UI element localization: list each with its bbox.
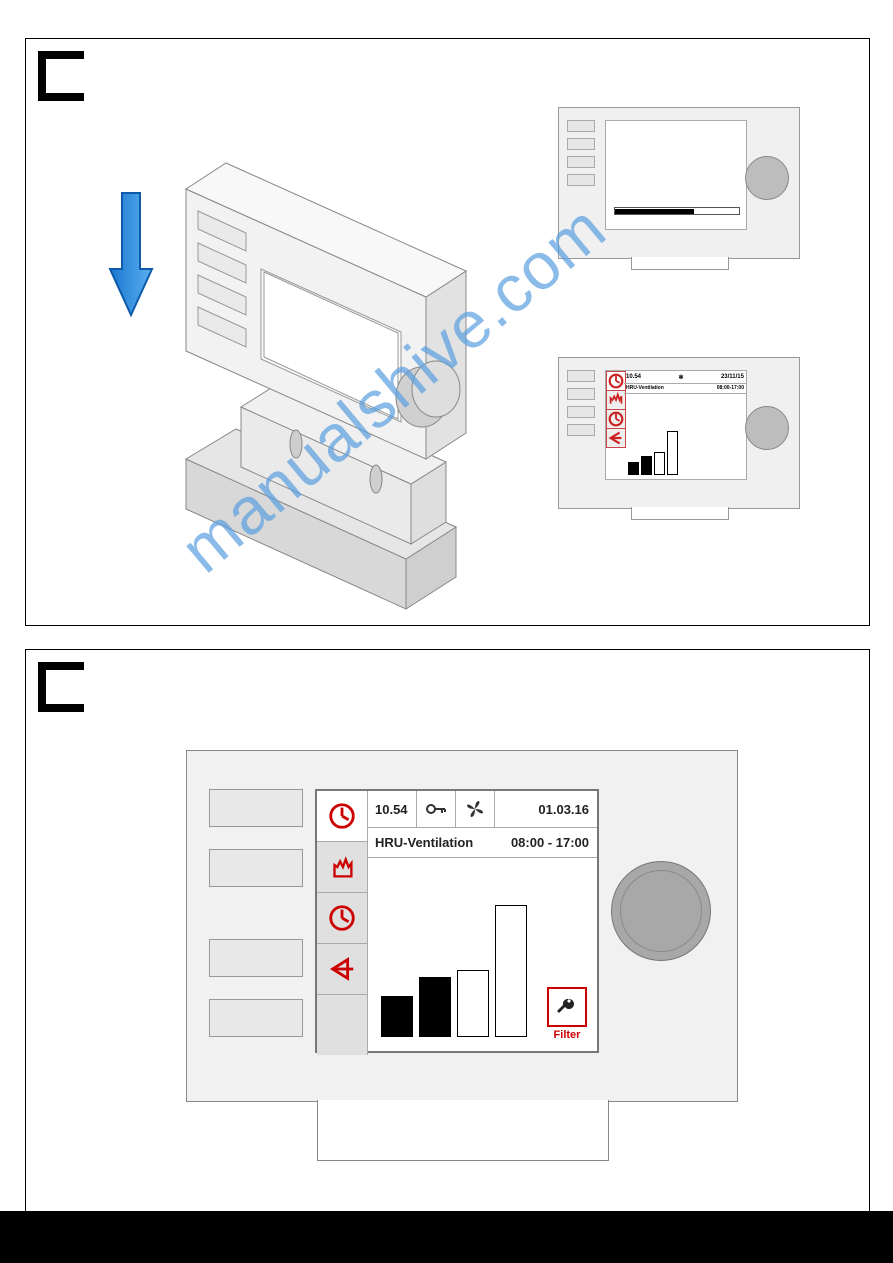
bar-2 [419, 977, 451, 1037]
rotary-knob [745, 156, 789, 200]
time-label: 10.54 [367, 791, 417, 827]
screen-title: HRU-Ventilation [375, 835, 473, 850]
display-screen: 10.54 01.03.16 HRU-Ventilation 08:00 - 1… [315, 789, 599, 1053]
status-bar: 10.54 01.03.16 [367, 791, 597, 828]
date-label: 01.03.16 [530, 791, 597, 827]
step-marker-c [38, 51, 84, 101]
arrow-down-icon [106, 189, 156, 319]
display-screen: 10.54 ✻ 23/11/15 HRU-Ventilation 08:00-1… [605, 370, 747, 480]
mini-bar-chart [628, 431, 678, 475]
date-label: 23/11/15 [721, 374, 744, 380]
controller-front-loading [558, 107, 800, 259]
isometric-controller-drawing [146, 129, 506, 619]
bar-3 [457, 970, 489, 1037]
hardware-buttons [567, 370, 595, 442]
figure-c-top: manualshive.com [25, 38, 870, 626]
hardware-button-3[interactable] [209, 939, 303, 977]
filter-warning[interactable]: Filter [547, 987, 587, 1041]
wrench-icon [547, 987, 587, 1027]
figure-c-bottom: 10.54 01.03.16 HRU-Ventilation 08:00 - 1… [25, 649, 870, 1213]
hardware-button-4[interactable] [209, 999, 303, 1037]
rotary-knob[interactable] [611, 861, 711, 961]
side-tabs [317, 791, 367, 1051]
title-bar: HRU-Ventilation 08:00 - 17:00 [367, 827, 597, 858]
filter-label: Filter [547, 1029, 587, 1041]
bar-1 [381, 996, 413, 1037]
controller-front-running: 10.54 ✻ 23/11/15 HRU-Ventilation 08:00-1… [558, 357, 800, 509]
fan-level-chart: Filter [367, 857, 597, 1051]
tab-back[interactable] [317, 944, 368, 995]
progress-track [614, 207, 740, 215]
rotary-knob [745, 406, 789, 450]
tab-empty [317, 995, 368, 1055]
step-marker-c [38, 662, 84, 712]
fan-icon [456, 791, 495, 827]
side-tabs [606, 371, 624, 448]
key-icon [417, 791, 456, 827]
display-screen [605, 120, 747, 230]
bar-4 [495, 905, 527, 1037]
fan-icon: ✻ [678, 374, 683, 381]
screen-title: HRU-Ventilation [626, 385, 664, 391]
manual-page: manualshive.com [0, 0, 893, 1263]
hardware-button-1[interactable] [209, 789, 303, 827]
page-footer-bar [0, 1211, 893, 1263]
tab-clock-2[interactable] [317, 893, 368, 944]
hardware-buttons [567, 120, 595, 192]
controller-front-large: 10.54 01.03.16 HRU-Ventilation 08:00 - 1… [186, 750, 738, 1102]
device-foot [317, 1100, 609, 1161]
tab-manual[interactable] [317, 842, 368, 893]
hardware-button-2[interactable] [209, 849, 303, 887]
tab-clock-active[interactable] [317, 791, 368, 842]
time-label: 10.54 [626, 374, 641, 380]
time-range: 08:00 - 17:00 [511, 835, 589, 850]
time-range: 08:00-17:00 [717, 385, 744, 391]
